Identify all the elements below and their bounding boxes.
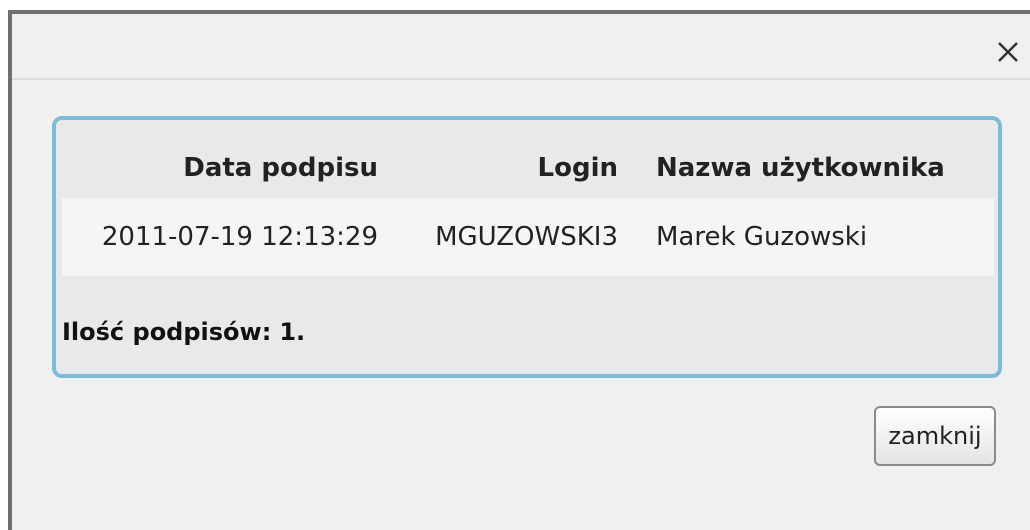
column-header-login[interactable]: Login xyxy=(382,153,622,183)
close-icon[interactable] xyxy=(990,34,1026,70)
signatures-table: Data podpisu Login Nazwa użytkownika 201… xyxy=(62,138,994,276)
dialog-titlebar xyxy=(12,14,1030,80)
column-header-name[interactable]: Nazwa użytkownika xyxy=(622,153,994,183)
close-button[interactable]: zamknij xyxy=(874,406,996,466)
summary-label: Ilość podpisów: xyxy=(62,318,272,346)
summary-count: 1. xyxy=(279,318,306,346)
column-header-date[interactable]: Data podpisu xyxy=(62,153,382,183)
table-row[interactable]: 2011-07-19 12:13:29 MGUZOWSKI3 Marek Guz… xyxy=(62,198,994,276)
table-header: Data podpisu Login Nazwa użytkownika xyxy=(62,138,994,198)
cell-name: Marek Guzowski xyxy=(656,222,868,252)
signatures-dialog: Data podpisu Login Nazwa użytkownika 201… xyxy=(8,10,1030,530)
cell-date: 2011-07-19 12:13:29 xyxy=(101,222,378,252)
signature-count-summary: Ilość podpisów: 1. xyxy=(62,318,305,346)
signatures-panel: Data podpisu Login Nazwa użytkownika 201… xyxy=(52,116,1002,378)
cell-login: MGUZOWSKI3 xyxy=(435,222,618,252)
